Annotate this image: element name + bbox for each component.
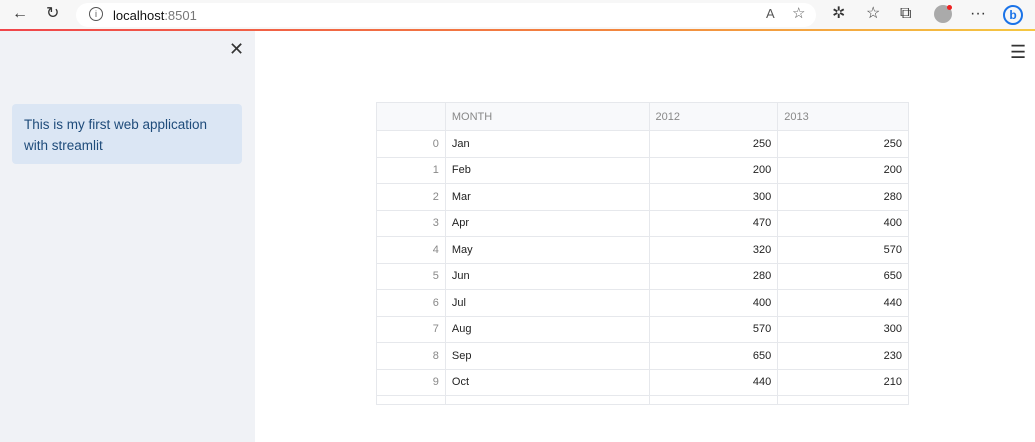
table-cell: 4 (377, 237, 446, 263)
table-row: 3 Apr 470 400 (377, 210, 908, 237)
table-cell: 280 (650, 263, 779, 289)
table-cell: 7 (377, 316, 446, 342)
table-cell: 650 (650, 343, 779, 369)
close-sidebar-icon[interactable]: ✕ (229, 39, 244, 60)
column-header[interactable]: MONTH (446, 103, 650, 130)
table-cell: 9 (377, 369, 446, 395)
table-row: 0 Jan 250 250 (377, 131, 908, 158)
address-bar[interactable]: i localhost:8501 A ☆ (76, 3, 816, 27)
more-icon[interactable]: ··· (970, 4, 986, 24)
table-cell: 570 (650, 316, 779, 342)
table-cell: 280 (883, 190, 903, 203)
table-cell: 3 (377, 210, 446, 236)
favorites-icon[interactable]: ☆ (866, 4, 880, 24)
info-icon[interactable]: i (89, 7, 103, 21)
url-port: :8501 (164, 8, 197, 23)
collections-icon[interactable]: ⧉ (900, 4, 911, 24)
table-cell: Jul (446, 290, 650, 316)
table-cell: 210 (883, 376, 903, 389)
table-cell: 300 (650, 184, 779, 210)
table-cell: Jun (446, 263, 650, 289)
dataframe[interactable]: MONTH 2012 2013 0 Jan 250 250 1 Feb 200 200 2 Mar 300… (376, 102, 909, 405)
table-cell: 2 (377, 184, 446, 210)
table-cell: 250 (650, 131, 779, 157)
table-cell: 570 (883, 243, 903, 256)
table-cell: Apr (446, 210, 650, 236)
column-header[interactable]: 2012 (650, 103, 779, 130)
table-cell: 0 (377, 131, 446, 157)
table-cell: 230 (883, 349, 903, 362)
table-row: 7 Aug 570 300 (377, 316, 908, 343)
table-cell (650, 396, 779, 404)
column-header[interactable]: 2013 (778, 103, 908, 130)
table-row: 6 Jul 400 440 (377, 290, 908, 317)
table-row: 9 Oct 440 210 (377, 369, 908, 396)
read-aloud-icon[interactable]: A (766, 4, 775, 24)
table-cell: 400 (883, 217, 903, 230)
table-cell: Feb (446, 157, 650, 183)
table-cell: Mar (446, 184, 650, 210)
hamburger-menu-icon[interactable]: ☰ (1010, 42, 1026, 63)
table-row: 1 Feb 200 200 (377, 157, 908, 184)
refresh-icon[interactable]: ↻ (46, 4, 59, 24)
extensions-icon[interactable]: ✲ (832, 4, 845, 24)
table-cell: Aug (446, 316, 650, 342)
table-cell: 440 (883, 296, 903, 309)
table-cell: 300 (883, 323, 903, 336)
table-cell (778, 396, 908, 404)
notification-dot (947, 5, 952, 10)
table-cell (377, 396, 446, 404)
bing-copilot-icon[interactable]: b (1003, 5, 1023, 25)
table-row: 8 Sep 650 230 (377, 343, 908, 370)
table-cell: 6 (377, 290, 446, 316)
table-cell: 650 (883, 270, 903, 283)
table-cell: 200 (650, 157, 779, 183)
browser-toolbar: ← ↻ i localhost:8501 A ☆ ✲ ☆ ⧉ ··· b (0, 0, 1035, 29)
table-cell: May (446, 237, 650, 263)
table-cell: 200 (883, 164, 903, 177)
table-cell: Sep (446, 343, 650, 369)
table-row: 5 Jun 280 650 (377, 263, 908, 290)
sidebar: ✕ This is my first web application with … (0, 31, 255, 442)
url-host: localhost (113, 8, 165, 23)
table-cell: 470 (650, 210, 779, 236)
table-row: 4 May 320 570 (377, 237, 908, 264)
column-header[interactable] (377, 103, 446, 130)
back-icon[interactable]: ← (12, 4, 28, 24)
table-header-row: MONTH 2012 2013 (377, 103, 908, 131)
table-cell: 1 (377, 157, 446, 183)
favorite-add-icon[interactable]: ☆ (792, 4, 805, 24)
table-cell: 440 (650, 369, 779, 395)
table-cell: 320 (650, 237, 779, 263)
table-cell: Oct (446, 369, 650, 395)
table-cell: Jan (446, 131, 650, 157)
table-cell: 5 (377, 263, 446, 289)
table-cell: 250 (883, 137, 903, 150)
table-cell: 8 (377, 343, 446, 369)
info-alert: This is my first web application with st… (12, 104, 242, 164)
table-cell: 400 (650, 290, 779, 316)
table-row: 2 Mar 300 280 (377, 184, 908, 211)
table-cell (446, 396, 650, 404)
table-row (377, 396, 908, 404)
